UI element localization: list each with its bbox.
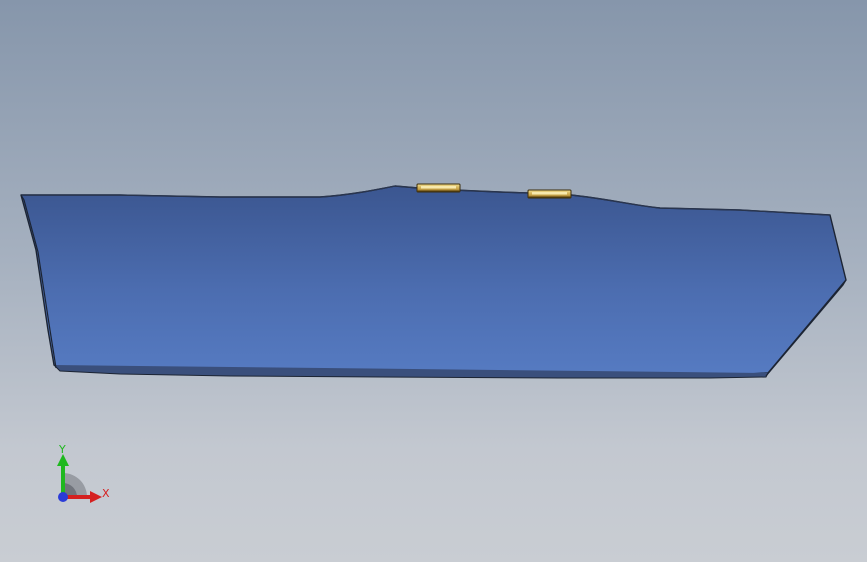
x-axis-label: X xyxy=(102,487,110,500)
panel-body xyxy=(20,185,847,377)
3d-model-view[interactable] xyxy=(0,0,867,562)
z-axis-dot xyxy=(58,492,68,502)
axis-triad: Y X xyxy=(40,440,120,510)
cad-viewport[interactable]: Y X xyxy=(0,0,867,562)
y-axis-label: Y xyxy=(59,443,66,456)
mounting-tab-right xyxy=(527,189,572,199)
mounting-tab-left xyxy=(416,183,461,193)
